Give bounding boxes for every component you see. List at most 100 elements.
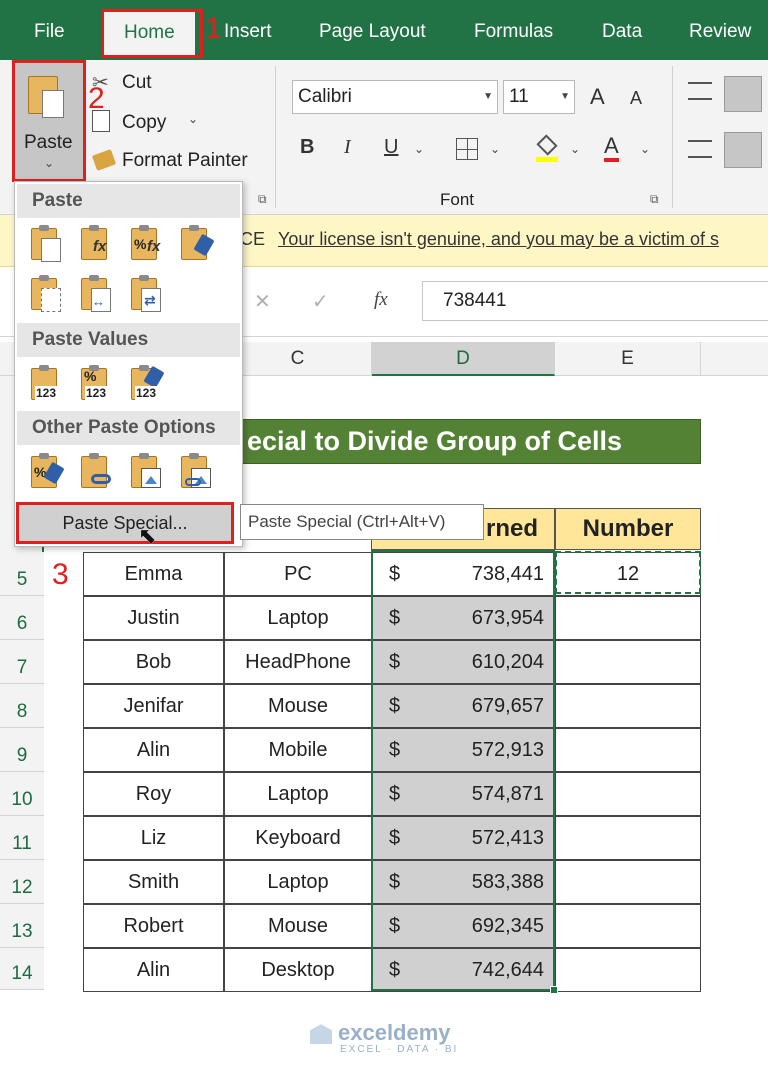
column-header-d[interactable]: D bbox=[372, 342, 555, 376]
cell-number[interactable] bbox=[555, 948, 701, 992]
cell-name[interactable]: Bob bbox=[83, 640, 224, 684]
column-header-e[interactable]: E bbox=[555, 342, 701, 376]
cell-product[interactable]: Desktop bbox=[224, 948, 372, 992]
chevron-down-icon: ⌄ bbox=[188, 112, 199, 126]
tab-page-layout[interactable]: Page Layout bbox=[319, 14, 426, 50]
chevron-down-icon[interactable]: ⌄ bbox=[640, 142, 650, 156]
row-header-10[interactable]: 10 bbox=[0, 772, 44, 816]
cell-name[interactable]: Alin bbox=[83, 728, 224, 772]
column-header-c[interactable]: C bbox=[224, 342, 372, 376]
paste-special-button[interactable]: Paste Special... bbox=[16, 502, 234, 544]
license-message-link[interactable]: Your license isn't genuine, and you may … bbox=[278, 229, 719, 250]
align-center-icon[interactable] bbox=[724, 132, 762, 168]
cell-name[interactable]: Liz bbox=[83, 816, 224, 860]
keep-source-formatting-icon[interactable] bbox=[177, 224, 217, 266]
borders-icon[interactable] bbox=[456, 138, 478, 160]
fill-handle[interactable] bbox=[550, 986, 558, 994]
column-header-f[interactable] bbox=[701, 342, 768, 376]
cell-product[interactable]: Mouse bbox=[224, 684, 372, 728]
tab-insert[interactable]: Insert bbox=[224, 14, 272, 50]
cell-number[interactable] bbox=[555, 860, 701, 904]
paste-special-tooltip: Paste Special (Ctrl+Alt+V) bbox=[240, 504, 484, 540]
cell-product[interactable]: Laptop bbox=[224, 596, 372, 640]
cell-product[interactable]: Laptop bbox=[224, 772, 372, 816]
cut-button[interactable]: ✂ Cut bbox=[92, 70, 262, 98]
row-header-9[interactable]: 9 bbox=[0, 728, 44, 772]
tab-review[interactable]: Review bbox=[689, 14, 751, 50]
cell-product[interactable]: Keyboard bbox=[224, 816, 372, 860]
cancel-icon[interactable]: ✕ bbox=[254, 289, 271, 314]
paste-values-icon[interactable]: 123 bbox=[27, 364, 67, 406]
chevron-down-icon[interactable]: ⌄ bbox=[570, 142, 580, 156]
values-number-format-icon[interactable]: % 123 bbox=[77, 364, 117, 406]
transpose-icon[interactable]: ⇄ bbox=[127, 274, 167, 316]
underline-button[interactable]: U bbox=[384, 136, 398, 159]
row-header-13[interactable]: 13 bbox=[0, 904, 44, 948]
cell-number[interactable] bbox=[555, 728, 701, 772]
font-name-value: Calibri bbox=[298, 86, 352, 107]
copy-button[interactable]: Copy ⌄ bbox=[92, 110, 262, 138]
font-color-icon[interactable]: A bbox=[604, 134, 619, 162]
chevron-down-icon[interactable]: ⌄ bbox=[490, 142, 500, 156]
italic-button[interactable]: I bbox=[344, 136, 351, 159]
format-painter-button[interactable]: Format Painter bbox=[91, 148, 262, 176]
cell-name[interactable]: Smith bbox=[83, 860, 224, 904]
bold-button[interactable]: B bbox=[300, 136, 314, 159]
align-left-icon[interactable] bbox=[688, 140, 712, 158]
cell-name[interactable]: Justin bbox=[83, 596, 224, 640]
cell-number[interactable] bbox=[555, 772, 701, 816]
row-header-12[interactable]: 12 bbox=[0, 860, 44, 904]
paste-icon[interactable] bbox=[27, 224, 67, 266]
cell-name[interactable]: Robert bbox=[83, 904, 224, 948]
row-header-7[interactable]: 7 bbox=[0, 640, 44, 684]
insert-function-icon[interactable]: fx bbox=[374, 289, 388, 311]
keep-column-widths-icon[interactable]: ↔ bbox=[77, 274, 117, 316]
font-size-combo[interactable]: 11 ▼ bbox=[503, 80, 575, 114]
cell-number[interactable] bbox=[555, 904, 701, 948]
align-middle-icon[interactable] bbox=[724, 76, 762, 112]
tab-data[interactable]: Data bbox=[602, 14, 642, 50]
formula-input[interactable]: 738441 bbox=[422, 281, 768, 321]
chevron-down-icon[interactable]: ⌄ bbox=[414, 142, 424, 156]
row-header-14[interactable]: 14 bbox=[0, 948, 44, 990]
fill-color-icon[interactable] bbox=[536, 134, 558, 162]
row-header-11[interactable]: 11 bbox=[0, 816, 44, 860]
cell-number[interactable] bbox=[555, 816, 701, 860]
cell-product[interactable]: Laptop bbox=[224, 860, 372, 904]
cell-product[interactable]: PC bbox=[224, 552, 372, 596]
cell-product[interactable]: Mobile bbox=[224, 728, 372, 772]
cell-name[interactable]: Alin bbox=[83, 948, 224, 992]
copy-icon bbox=[92, 110, 110, 132]
linked-picture-icon[interactable] bbox=[177, 452, 217, 494]
header-cell-number[interactable]: Number bbox=[555, 508, 701, 550]
row-header-6[interactable]: 6 bbox=[0, 596, 44, 640]
highlight-home-tab bbox=[101, 9, 203, 58]
grow-font-icon[interactable]: A bbox=[590, 84, 605, 110]
paste-picture-icon[interactable] bbox=[127, 452, 167, 494]
row-header-5[interactable]: 5 bbox=[0, 552, 44, 596]
cell-number[interactable] bbox=[555, 596, 701, 640]
paste-formulas-icon[interactable]: fx bbox=[77, 224, 117, 266]
paste-formatting-icon[interactable]: % bbox=[27, 452, 67, 494]
row-header-8[interactable]: 8 bbox=[0, 684, 44, 728]
tab-formulas[interactable]: Formulas bbox=[474, 14, 553, 50]
enter-icon[interactable]: ✓ bbox=[312, 289, 329, 314]
no-borders-icon[interactable] bbox=[27, 274, 67, 316]
paste-formulas-number-format-icon[interactable]: % fx bbox=[127, 224, 167, 266]
clipboard-launcher-icon[interactable]: ⧉ bbox=[258, 192, 267, 207]
cell-product[interactable]: HeadPhone bbox=[224, 640, 372, 684]
cell-number[interactable] bbox=[555, 640, 701, 684]
tab-file[interactable]: File bbox=[34, 14, 65, 50]
paste-link-icon[interactable] bbox=[77, 452, 117, 494]
cell-name[interactable]: Jenifar bbox=[83, 684, 224, 728]
step-1-marker: 1 bbox=[205, 12, 222, 45]
cell-name[interactable]: Roy bbox=[83, 772, 224, 816]
cell-product[interactable]: Mouse bbox=[224, 904, 372, 948]
cell-name[interactable]: Emma bbox=[83, 552, 224, 596]
cell-number[interactable] bbox=[555, 684, 701, 728]
values-source-formatting-icon[interactable]: 123 bbox=[127, 364, 167, 406]
align-top-icon[interactable] bbox=[688, 82, 712, 100]
font-launcher-icon[interactable]: ⧉ bbox=[650, 192, 659, 207]
shrink-font-icon[interactable]: A bbox=[630, 88, 642, 109]
font-name-combo[interactable]: Calibri ▼ bbox=[292, 80, 498, 114]
